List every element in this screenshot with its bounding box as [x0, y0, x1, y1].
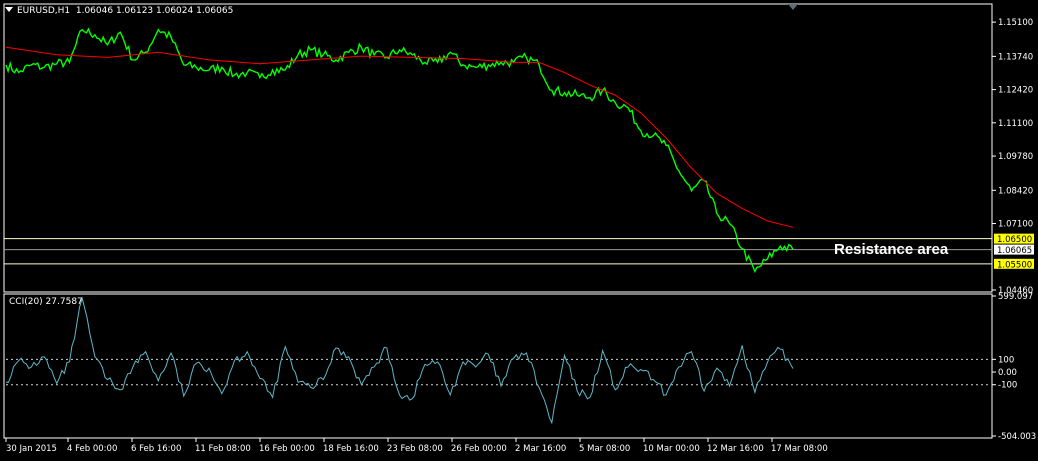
chart-header: EURUSD,H1 1.06046 1.06123 1.06024 1.0606… [5, 6, 233, 16]
cci-tick-label-2: 0.00 [998, 368, 1017, 378]
symbol-label: EURUSD,H1 [17, 6, 71, 16]
price-tick-label-1: 1.13740 [998, 52, 1033, 62]
price-line [5, 27, 794, 274]
chart-area: 1.06500 1.05500 1.06065 1.15100 1.13740 1.124… [0, 0, 1038, 457]
cci-pane-frame [3, 293, 993, 439]
price-axis: 1.06500 1.05500 1.06065 1.15100 1.13740 1.124… [992, 18, 1034, 296]
time-tick-label-7: 26 Feb 00:00 [451, 444, 507, 454]
price-tick-label-0: 1.15100 [998, 18, 1033, 28]
time-tick-label-1: 4 Feb 00:00 [67, 444, 117, 454]
time-tick-label-12: 17 Mar 08:00 [771, 444, 828, 454]
time-tick-label-6: 23 Feb 08:00 [387, 444, 443, 454]
time-tick-label-3: 11 Feb 08:00 [195, 444, 251, 454]
time-tick-label-11: 12 Mar 16:00 [707, 444, 764, 454]
dropdown-triangle-icon[interactable] [5, 7, 13, 12]
current-price-label: 1.06065 [997, 246, 1032, 256]
chart-shift-marker[interactable] [788, 4, 798, 10]
cci-layer: 599.097 100 0.00 -100 -504.003 [5, 292, 1036, 442]
time-tick-label-5: 18 Feb 16:00 [323, 444, 379, 454]
price-tick-label-5: 1.08420 [998, 186, 1033, 196]
moving-average-line [5, 46, 794, 228]
cci-tick-label-0: 599.097 [998, 292, 1033, 302]
cci-line [5, 296, 794, 425]
time-tick-label-0: 30 Jan 2015 [6, 444, 57, 454]
time-axis: 30 Jan 2015 4 Feb 00:00 6 Feb 16:00 11 Feb … [5, 438, 828, 454]
cci-tick-label-1: 100 [998, 355, 1014, 365]
series-layer [5, 27, 794, 274]
time-tick-label-4: 16 Feb 00:00 [259, 444, 315, 454]
chart-svg: 1.06500 1.05500 1.06065 1.15100 1.13740 1.124… [3, 3, 1036, 454]
time-tick-label-10: 10 Mar 00:00 [643, 444, 700, 454]
price-tick-label-4: 1.09780 [998, 152, 1033, 162]
cci-tick-label-4: -504.003 [998, 432, 1036, 442]
ohlc-values: 1.06046 1.06123 1.06024 1.06065 [75, 6, 234, 16]
level-label-1: 1.05500 [997, 260, 1032, 270]
time-tick-label-8: 2 Mar 16:00 [515, 444, 566, 454]
price-tick-label-3: 1.11100 [998, 119, 1033, 129]
price-tick-label-2: 1.12420 [998, 86, 1033, 96]
cci-tick-label-3: -100 [998, 381, 1017, 391]
time-tick-label-9: 5 Mar 08:00 [579, 444, 630, 454]
time-tick-label-2: 6 Feb 16:00 [131, 444, 181, 454]
price-tick-label-6: 1.07100 [998, 220, 1033, 230]
level-label-0: 1.06500 [997, 235, 1032, 245]
cci-header: CCI(20) 27.7587 [9, 297, 83, 307]
resistance-area-label: Resistance area [834, 241, 949, 258]
